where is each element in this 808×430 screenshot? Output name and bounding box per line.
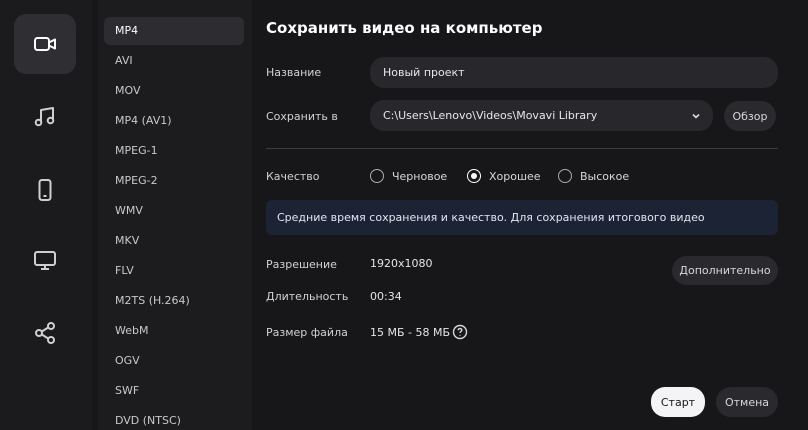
rail-video-button[interactable]: [14, 14, 76, 74]
rail-share-button[interactable]: [14, 303, 76, 363]
quality-high-label: Высокое: [580, 169, 630, 183]
rail-device-button[interactable]: [14, 160, 76, 220]
quality-high-radio[interactable]: Высокое: [558, 168, 629, 184]
format-item[interactable]: DVD (NTSC): [104, 407, 244, 430]
resolution-value: 1920x1080: [370, 257, 433, 270]
rail-audio-button[interactable]: [14, 87, 76, 147]
category-rail: [0, 0, 92, 430]
quality-good-radio[interactable]: Хорошее: [467, 168, 541, 184]
duration-value: 00:34: [370, 290, 402, 303]
browse-button[interactable]: Обзор: [724, 101, 776, 131]
project-name-value: Новый проект: [383, 66, 465, 79]
format-item[interactable]: MKV: [104, 227, 244, 255]
chevron-down-icon: [692, 113, 700, 119]
radio-dot: [558, 169, 572, 183]
format-item[interactable]: WebM: [104, 317, 244, 345]
format-item[interactable]: AVI: [104, 47, 244, 75]
format-item[interactable]: MPEG-1: [104, 137, 244, 165]
rail-tv-button[interactable]: [14, 230, 76, 290]
advanced-button[interactable]: Дополнительно: [672, 256, 778, 285]
save-path-dropdown[interactable]: C:\Users\Lenovo\Videos\Movavi Library: [370, 100, 713, 131]
help-icon[interactable]: [452, 324, 468, 340]
name-label: Название: [266, 66, 322, 79]
save-path-value: C:\Users\Lenovo\Videos\Movavi Library: [383, 109, 598, 122]
format-list: MP4 AVI MOV MP4 (AV1) MPEG-1 MPEG-2 WMV …: [98, 0, 252, 430]
format-item[interactable]: WMV: [104, 197, 244, 225]
quality-info-box: Средние время сохранения и качество. Для…: [266, 200, 778, 235]
quality-info-text: Средние время сохранения и качество. Для…: [277, 211, 705, 224]
filesize-value: 15 МБ - 58 МБ: [370, 326, 451, 339]
radio-dot: [467, 169, 481, 183]
duration-label: Длительность: [266, 290, 349, 303]
resolution-label: Разрешение: [266, 258, 337, 271]
video-icon: [34, 37, 56, 51]
cancel-button[interactable]: Отмена: [716, 387, 778, 417]
format-item[interactable]: MOV: [104, 77, 244, 105]
quality-draft-label: Черновое: [392, 169, 448, 183]
share-icon: [35, 322, 55, 344]
quality-good-label: Хорошее: [489, 169, 541, 183]
format-item[interactable]: M2TS (H.264): [104, 287, 244, 315]
music-icon: [34, 107, 55, 127]
save-to-label: Сохранить в: [266, 110, 338, 123]
format-item[interactable]: OGV: [104, 347, 244, 375]
format-item[interactable]: MP4 (AV1): [104, 107, 244, 135]
format-item[interactable]: SWF: [104, 377, 244, 405]
quality-label: Качество: [266, 170, 320, 183]
page-title: Сохранить видео на компьютер: [266, 19, 543, 37]
project-name-input[interactable]: Новый проект: [370, 57, 778, 88]
save-settings-panel: Сохранить видео на компьютер Название Но…: [252, 0, 808, 430]
quality-draft-radio[interactable]: Черновое: [370, 168, 447, 184]
radio-dot: [370, 169, 384, 183]
format-item[interactable]: MPEG-2: [104, 167, 244, 195]
format-item[interactable]: MP4: [104, 17, 244, 45]
divider: [266, 148, 778, 149]
format-item[interactable]: FLV: [104, 257, 244, 285]
phone-icon: [38, 179, 52, 201]
tv-icon: [34, 251, 56, 270]
start-button[interactable]: Старт: [651, 387, 705, 417]
filesize-label: Размер файла: [266, 326, 348, 339]
